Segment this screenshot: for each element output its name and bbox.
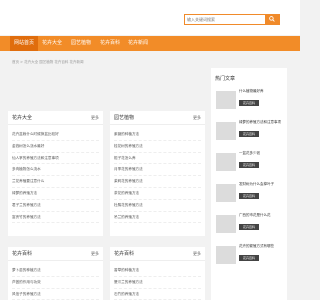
article-thumbnail — [216, 246, 236, 264]
list-item[interactable]: 仙人掌的养殖方法和注意事项 — [12, 153, 99, 165]
hot-articles-title: 热门文章 — [215, 76, 236, 82]
list-item[interactable]: 绿萝的养殖方法 — [12, 188, 99, 200]
main-nav: 网站首页 花卉大全 园艺植物 花卉百科 花卉新闻 — [0, 36, 300, 51]
list-item[interactable]: 君子兰的养殖方法 — [12, 200, 99, 212]
more-link[interactable]: 更多 — [91, 115, 99, 121]
list-item[interactable]: 吊兰的养殖方法 — [114, 212, 201, 224]
list-item[interactable]: 杜鹃花的养殖方法 — [114, 200, 201, 212]
article-list: 香草的种植方法 蟹爪兰的养殖方法 石竹的养殖方法 — [114, 265, 201, 300]
article-list: 萝卜苗的种植方法 芦荟的作用与功效 风信子的养殖方法 — [12, 265, 99, 300]
list-item[interactable]: 石竹的养殖方法 — [114, 289, 201, 300]
category-badge: 花卉百科 — [239, 193, 259, 199]
article-thumbnail — [216, 184, 236, 202]
article-thumbnail — [216, 153, 236, 171]
article-title[interactable]: 一盆花多少钱 — [239, 151, 283, 155]
list-item[interactable]: 金钱树怎么浇水最好 — [12, 141, 99, 153]
article-title[interactable]: 绿萝的养殖方法和注意事项 — [239, 120, 283, 124]
article-thumbnail — [216, 215, 236, 233]
nav-item-flowers[interactable]: 花卉大全 — [39, 36, 65, 51]
search-input[interactable] — [187, 15, 257, 24]
article-title[interactable]: 广西的市花是什么花 — [239, 213, 283, 217]
category-badge: 花卉百科 — [239, 100, 259, 106]
article-thumbnail — [216, 122, 236, 140]
panel-flowers: 花卉大全 更多 花卉盆栽什么时候换盆比较好 金钱树怎么浇水最好 仙人掌的养殖方法… — [8, 111, 103, 236]
hot-article-item[interactable]: 一盆花多少钱 花卉百科 — [216, 150, 282, 180]
breadcrumb: 首页 > 花卉大全 园艺植物 花卉百科 花卉新闻 — [12, 60, 84, 64]
article-list: 紫薇的种植方法 桂花树的养殖方法 栀子花怎么养 月季花的养殖方法 茉莉花的养殖方… — [114, 129, 201, 224]
list-item[interactable]: 富贵竹的养殖方法 — [12, 212, 99, 224]
more-link[interactable]: 更多 — [193, 251, 201, 257]
list-item[interactable]: 栀子花怎么养 — [114, 153, 201, 165]
hot-articles-panel: 热门文章 什么植物最好养 花卉百科 绿萝的养殖方法和注意事项 花卉百科 一盆花多… — [211, 68, 287, 300]
category-badge: 花卉百科 — [239, 224, 259, 230]
list-item[interactable]: 花卉盆栽什么时候换盆比较好 — [12, 129, 99, 141]
nav-item-encyclopedia[interactable]: 花卉百科 — [96, 36, 124, 51]
panel-title: 花卉百科 — [114, 251, 135, 257]
category-badge: 花卉百科 — [239, 131, 259, 137]
panel-title: 园艺植物 — [114, 115, 135, 121]
panel-gardening: 园艺植物 更多 紫薇的种植方法 桂花树的养殖方法 栀子花怎么养 月季花的养殖方法… — [110, 111, 205, 236]
list-item[interactable]: 兰花养殖要注意什么 — [12, 176, 99, 188]
hot-article-item[interactable]: 广西的市花是什么花 花卉百科 — [216, 212, 282, 242]
article-title[interactable]: 什么植物最好养 — [239, 89, 283, 93]
hot-article-item[interactable]: 绿萝的养殖方法和注意事项 花卉百科 — [216, 119, 282, 149]
category-badge: 花卉百科 — [239, 255, 259, 261]
panel-title: 花卉百科 — [12, 251, 33, 257]
list-item[interactable]: 紫薇的种植方法 — [114, 129, 201, 141]
nav-item-home[interactable]: 网站首页 — [10, 36, 38, 51]
article-list: 花卉盆栽什么时候换盆比较好 金钱树怎么浇水最好 仙人掌的养殖方法和注意事项 多肉… — [12, 129, 99, 224]
hot-article-item[interactable]: 发财树为什么会掉叶子 花卉百科 — [216, 181, 282, 211]
search-icon — [269, 16, 275, 22]
hot-article-item[interactable]: 什么植物最好养 花卉百科 — [216, 88, 282, 118]
panel-encyclopedia: 花卉百科 更多 萝卜苗的种植方法 芦荟的作用与功效 风信子的养殖方法 — [8, 247, 103, 300]
panel-encyclopedia-2: 花卉百科 更多 香草的种植方法 蟹爪兰的养殖方法 石竹的养殖方法 — [110, 247, 205, 300]
article-title[interactable]: 发财树为什么会掉叶子 — [239, 182, 283, 186]
search-button[interactable] — [265, 15, 279, 24]
search-box[interactable] — [184, 14, 280, 25]
hot-article-item[interactable]: 花卉的繁殖方式有哪些 花卉百科 — [216, 243, 282, 273]
list-item[interactable]: 香草的种植方法 — [114, 265, 201, 277]
article-thumbnail — [216, 91, 236, 109]
list-item[interactable]: 多肉植物怎么浇水 — [12, 164, 99, 177]
list-item[interactable]: 风信子的养殖方法 — [12, 289, 99, 300]
panel-title: 花卉大全 — [12, 115, 33, 121]
nav-item-news[interactable]: 花卉新闻 — [124, 36, 152, 51]
list-item[interactable]: 茶花的养殖方法 — [114, 188, 201, 200]
list-item[interactable]: 桂花树的养殖方法 — [114, 141, 201, 153]
category-badge: 花卉百科 — [239, 162, 259, 168]
list-item[interactable]: 茉莉花的养殖方法 — [114, 176, 201, 188]
list-item[interactable]: 萝卜苗的种植方法 — [12, 265, 99, 277]
list-item[interactable]: 芦荟的作用与功效 — [12, 277, 99, 289]
nav-item-gardening[interactable]: 园艺植物 — [67, 36, 95, 51]
list-item[interactable]: 月季花的养殖方法 — [114, 164, 201, 177]
more-link[interactable]: 更多 — [193, 115, 201, 121]
more-link[interactable]: 更多 — [91, 251, 99, 257]
article-title[interactable]: 花卉的繁殖方式有哪些 — [239, 244, 283, 248]
header-bar — [0, 0, 300, 35]
list-item[interactable]: 蟹爪兰的养殖方法 — [114, 277, 201, 289]
